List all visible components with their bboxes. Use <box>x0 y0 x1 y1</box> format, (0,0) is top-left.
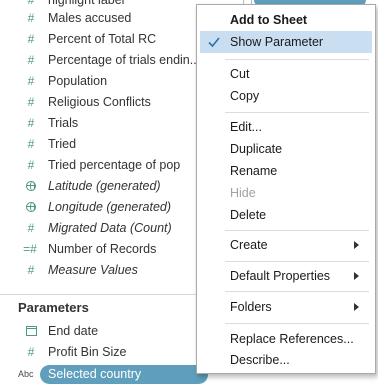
menu-item-label: Duplicate <box>230 142 283 156</box>
field-row-trials[interactable]: # Trials <box>0 113 200 134</box>
field-label: Migrated Data (Count) <box>48 221 172 235</box>
menu-item-label: Cut <box>230 67 250 81</box>
menu-item-label: Describe... <box>230 353 290 367</box>
menu-item-copy[interactable]: Copy <box>197 85 375 107</box>
menu-item-label: Folders <box>230 300 272 314</box>
globe-icon <box>24 197 38 219</box>
menu-separator <box>225 261 369 262</box>
hash-icon: # <box>27 11 35 25</box>
parameters-heading: Parameters <box>18 300 89 315</box>
field-row-religious-conflicts[interactable]: # Religious Conflicts <box>0 92 200 113</box>
field-row-tried[interactable]: # Tried <box>0 134 200 155</box>
menu-separator <box>225 59 369 60</box>
menu-separator <box>225 291 369 292</box>
menu-item-folders[interactable]: Folders <box>197 296 375 318</box>
hash-icon: # <box>27 158 35 172</box>
menu-item-default-properties[interactable]: Default Properties <box>197 265 375 287</box>
submenu-arrow-icon <box>354 303 359 311</box>
hash-icon: # <box>27 116 35 130</box>
menu-separator <box>225 230 369 231</box>
selected-parameter-label: Selected country <box>48 367 142 381</box>
menu-item-label: Show Parameter <box>230 35 324 49</box>
abc-type-icon: Abc <box>18 369 34 379</box>
menu-item-label: Default Properties <box>230 269 331 283</box>
field-label: Number of Records <box>48 242 157 256</box>
calendar-icon <box>24 321 38 343</box>
data-pane: # highlight label # Males accused # Perc… <box>0 0 200 385</box>
field-label: Tried percentage of pop <box>48 158 181 172</box>
menu-item-rename[interactable]: Rename <box>197 160 375 182</box>
menu-item-add-to-sheet[interactable]: Add to Sheet <box>197 9 375 31</box>
section-divider <box>0 294 200 295</box>
menu-item-show-parameter[interactable]: Show Parameter <box>200 31 372 53</box>
hash-icon: # <box>27 95 35 109</box>
field-label: End date <box>48 324 99 338</box>
field-label: Percent of Total RC <box>48 32 157 46</box>
field-label: Religious Conflicts <box>48 95 151 109</box>
globe-icon <box>24 176 38 198</box>
menu-item-label: Copy <box>230 89 260 103</box>
context-menu: Add to Sheet Show Parameter Cut Copy Edi… <box>196 4 376 374</box>
field-label: Tried <box>48 137 77 151</box>
field-row-migrated-data[interactable]: # Migrated Data (Count) <box>0 218 200 239</box>
hash-icon: # <box>27 263 35 277</box>
menu-item-cut[interactable]: Cut <box>197 63 375 85</box>
menu-item-duplicate[interactable]: Duplicate <box>197 138 375 160</box>
field-label: Males accused <box>48 11 132 25</box>
field-row-percent-of-total-rc[interactable]: # Percent of Total RC <box>0 29 200 50</box>
hash-icon: # <box>27 345 35 359</box>
field-row-percentage-of-trials[interactable]: # Percentage of trials endin... <box>0 50 201 71</box>
hash-icon: # <box>27 221 35 235</box>
hash-icon: # <box>27 53 35 67</box>
menu-item-label: Create <box>230 238 268 252</box>
field-label: Longitude (generated) <box>48 200 172 214</box>
field-label: Measure Values <box>48 263 138 277</box>
field-label: Population <box>48 74 108 88</box>
menu-item-label: Replace References... <box>230 332 354 346</box>
menu-item-label: Edit... <box>230 120 262 134</box>
submenu-arrow-icon <box>354 272 359 280</box>
menu-separator <box>225 323 369 324</box>
hash-icon: # <box>27 74 35 88</box>
menu-item-label: Hide <box>230 186 256 200</box>
menu-separator <box>225 112 369 113</box>
menu-item-describe[interactable]: Describe... <box>197 349 375 371</box>
field-row-measure-values[interactable]: # Measure Values <box>0 260 200 281</box>
field-label: Percentage of trials endin... <box>48 53 201 67</box>
menu-item-label: Rename <box>230 164 278 178</box>
field-row-males-accused[interactable]: # Males accused <box>0 8 200 29</box>
field-row-number-of-records[interactable]: =# Number of Records <box>0 239 200 260</box>
field-row-latitude[interactable]: Latitude (generated) <box>0 176 200 197</box>
hash-icon: # <box>27 137 35 151</box>
menu-item-label: Add to Sheet <box>230 13 308 27</box>
submenu-arrow-icon <box>354 241 359 249</box>
menu-item-edit[interactable]: Edit... <box>197 116 375 138</box>
check-icon <box>208 37 220 48</box>
menu-item-create[interactable]: Create <box>197 234 375 256</box>
parameter-row-end-date[interactable]: End date <box>0 321 200 342</box>
menu-item-hide: Hide <box>197 182 375 204</box>
field-row-tried-percentage[interactable]: # Tried percentage of pop <box>0 155 200 176</box>
field-label: Profit Bin Size <box>48 345 127 359</box>
field-label: Trials <box>48 116 79 130</box>
field-row-longitude[interactable]: Longitude (generated) <box>0 197 200 218</box>
field-row-population[interactable]: # Population <box>0 71 200 92</box>
parameter-row-profit-bin-size[interactable]: # Profit Bin Size <box>0 342 200 363</box>
hash-icon: # <box>27 32 35 46</box>
menu-item-delete[interactable]: Delete <box>197 204 375 226</box>
menu-item-replace-references[interactable]: Replace References... <box>197 328 375 350</box>
menu-item-label: Delete <box>230 208 267 222</box>
hash-equals-icon: =# <box>23 242 37 256</box>
field-label: Latitude (generated) <box>48 179 161 193</box>
